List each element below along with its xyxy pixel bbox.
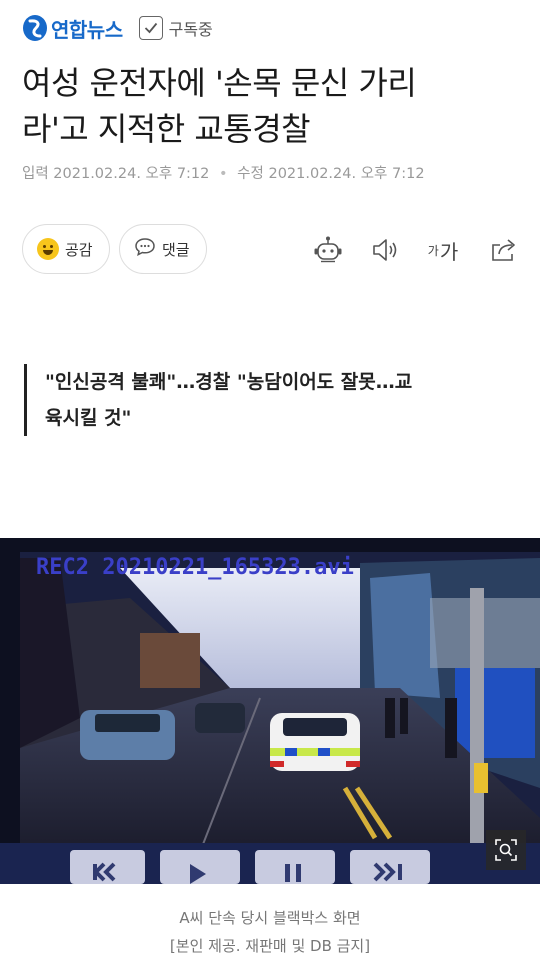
input-label: 입력 (22, 166, 49, 182)
dateline: 입력 2021.02.24. 오후 7:12 • 수정 2021.02.24. … (22, 162, 425, 183)
article-subheadline: "인신공격 불쾌"…경찰 "농담이어도 잘못…교 육시킬 것" (24, 364, 504, 436)
zoom-expand-icon[interactable] (486, 830, 526, 870)
title-line-2: 라'고 지적한 교통경찰 (22, 110, 311, 148)
font-size-icon[interactable]: 가가 (423, 234, 463, 266)
share-icon[interactable] (488, 234, 520, 266)
smile-emoji-icon (37, 238, 59, 260)
speech-bubble-icon (134, 237, 156, 261)
reaction-label: 공감 (65, 240, 93, 259)
modified-time: 2021.02.24. 오후 7:12 (268, 166, 425, 182)
speaker-icon[interactable] (369, 234, 401, 266)
robot-summary-icon[interactable] (312, 234, 344, 266)
check-icon[interactable] (138, 16, 163, 40)
comment-button[interactable]: 댓글 (119, 224, 207, 274)
title-line-1: 여성 운전자에 '손목 문신 가리 (22, 64, 417, 102)
caption-line-2: [본인 제공. 재판매 및 DB 금지] (169, 937, 371, 955)
article-title: 여성 운전자에 '손목 문신 가리 라'고 지적한 교통경찰 (22, 60, 522, 152)
article-photo[interactable]: REC2 20210221_165323.avi (0, 538, 540, 884)
publisher-name: 연합뉴스 (51, 17, 123, 42)
font-size-big: 가 (439, 239, 459, 264)
modified-label: 수정 (237, 166, 264, 182)
yonhap-logo-icon (22, 14, 48, 42)
top-bar: 연합뉴스 구독중 (22, 12, 213, 44)
caption-line-1: A씨 단속 당시 블랙박스 화면 (179, 909, 361, 927)
action-bar: 공감 댓글 가가 (22, 224, 518, 276)
publisher-logo[interactable]: 연합뉴스 (22, 14, 123, 43)
reaction-button[interactable]: 공감 (22, 224, 110, 274)
font-size-small: 가 (427, 243, 439, 258)
subheadline-line-1: "인신공격 불쾌"…경찰 "농담이어도 잘못…교 (45, 371, 413, 393)
dashcam-image: REC2 20210221_165323.avi (0, 538, 540, 884)
input-time: 2021.02.24. 오후 7:12 (53, 166, 210, 182)
subheadline-line-2: 육시킬 것" (45, 407, 132, 429)
comment-label: 댓글 (162, 240, 190, 259)
date-separator: • (219, 166, 228, 182)
photo-caption: A씨 단속 당시 블랙박스 화면 [본인 제공. 재판매 및 DB 금지] (0, 904, 540, 960)
subscribe-status[interactable]: 구독중 (169, 16, 213, 40)
dashcam-overlay-text: REC2 20210221_165323.avi (36, 555, 354, 580)
